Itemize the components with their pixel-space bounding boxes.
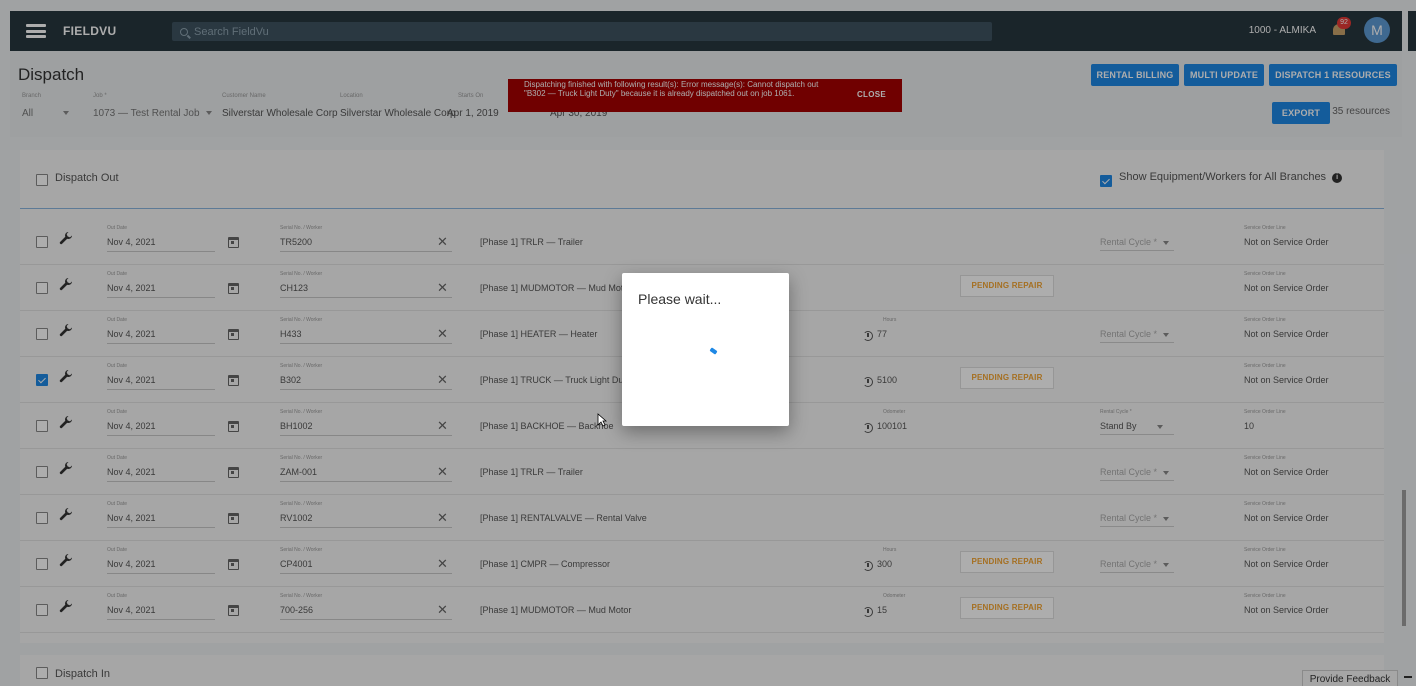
please-wait-dialog: Please wait...	[622, 273, 789, 426]
mouse-cursor-icon	[597, 413, 607, 427]
loading-spinner-icon	[710, 349, 720, 359]
dialog-title: Please wait...	[638, 291, 722, 307]
